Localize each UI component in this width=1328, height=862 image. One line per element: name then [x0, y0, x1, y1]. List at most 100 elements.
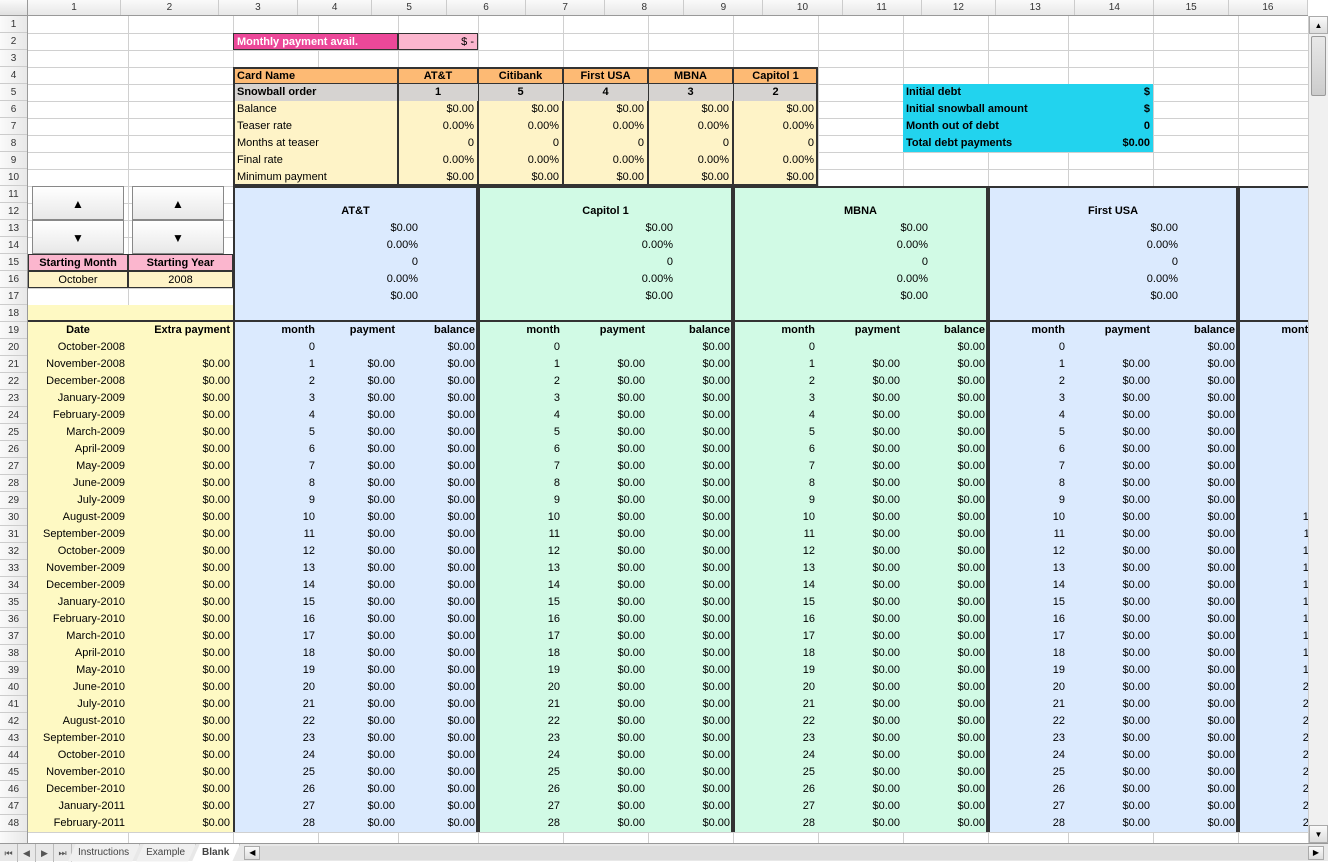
- date-cell-10[interactable]: August-2009: [28, 509, 128, 526]
- month-cell-3-17[interactable]: 17: [988, 628, 1068, 645]
- bal-cell-3-19[interactable]: $0.00: [1153, 662, 1238, 679]
- date-cell-28[interactable]: February-2011: [28, 815, 128, 832]
- bal-cell-2-12[interactable]: $0.00: [903, 543, 988, 560]
- bal-cell-1-25[interactable]: $0.00: [648, 764, 733, 781]
- bal-cell-0-15[interactable]: $0.00: [398, 594, 478, 611]
- pay-cell-3-25[interactable]: $0.00: [1068, 764, 1153, 781]
- month-cell-2-20[interactable]: 20: [733, 679, 818, 696]
- bal-cell-0-7[interactable]: $0.00: [398, 458, 478, 475]
- pay-cell-0-4[interactable]: $0.00: [318, 407, 398, 424]
- month-cell-1-23[interactable]: 23: [478, 730, 563, 747]
- summary-val-3-3[interactable]: 0.00%: [648, 152, 733, 169]
- bal-cell-2-22[interactable]: $0.00: [903, 713, 988, 730]
- pay-cell-0-8[interactable]: $0.00: [318, 475, 398, 492]
- month-cell-0-28[interactable]: 28: [233, 815, 318, 832]
- pay-cell-0-13[interactable]: $0.00: [318, 560, 398, 577]
- tab-nav-next[interactable]: ▶: [36, 844, 54, 862]
- bal-cell-3-28[interactable]: $0.00: [1153, 815, 1238, 832]
- bal-cell-2-24[interactable]: $0.00: [903, 747, 988, 764]
- date-cell-18[interactable]: April-2010: [28, 645, 128, 662]
- summary-val-0-0[interactable]: $0.00: [398, 101, 478, 118]
- date-cell-24[interactable]: October-2010: [28, 747, 128, 764]
- bal-cell-3-23[interactable]: $0.00: [1153, 730, 1238, 747]
- extra-cell-28[interactable]: $0.00: [128, 815, 233, 832]
- month-cell-0-14[interactable]: 14: [233, 577, 318, 594]
- pay-cell-2-7[interactable]: $0.00: [818, 458, 903, 475]
- bal-cell-0-3[interactable]: $0.00: [398, 390, 478, 407]
- snowball-order-3[interactable]: 3: [648, 84, 733, 101]
- summary-val-1-1[interactable]: 0.00%: [478, 118, 563, 135]
- pay-cell-3-6[interactable]: $0.00: [1068, 441, 1153, 458]
- bal-cell-1-12[interactable]: $0.00: [648, 543, 733, 560]
- pay-cell-3-3[interactable]: $0.00: [1068, 390, 1153, 407]
- summary-val-1-4[interactable]: 0.00%: [733, 118, 818, 135]
- row-header-22[interactable]: 22: [0, 373, 27, 390]
- hscroll-right[interactable]: ▶: [1308, 846, 1324, 860]
- month-cell-2-17[interactable]: 17: [733, 628, 818, 645]
- tab-blank[interactable]: Blank: [192, 844, 240, 862]
- bal-cell-3-13[interactable]: $0.00: [1153, 560, 1238, 577]
- tab-example[interactable]: Example: [136, 844, 196, 862]
- month-cell-1-27[interactable]: 27: [478, 798, 563, 815]
- pay-cell-2-17[interactable]: $0.00: [818, 628, 903, 645]
- pay-cell-2-13[interactable]: $0.00: [818, 560, 903, 577]
- month-cell-3-15[interactable]: 15: [988, 594, 1068, 611]
- month-cell-1-25[interactable]: 25: [478, 764, 563, 781]
- scroll-thumb[interactable]: [1311, 36, 1326, 96]
- date-cell-19[interactable]: May-2010: [28, 662, 128, 679]
- extra-cell-10[interactable]: $0.00: [128, 509, 233, 526]
- bal-cell-1-8[interactable]: $0.00: [648, 475, 733, 492]
- row-header-5[interactable]: 5: [0, 84, 27, 101]
- date-cell-27[interactable]: January-2011: [28, 798, 128, 815]
- bal-cell-3-9[interactable]: $0.00: [1153, 492, 1238, 509]
- month-cell-3-16[interactable]: 16: [988, 611, 1068, 628]
- pay-cell-1-7[interactable]: $0.00: [563, 458, 648, 475]
- bal-cell-1-28[interactable]: $0.00: [648, 815, 733, 832]
- month-cell-2-3[interactable]: 3: [733, 390, 818, 407]
- row-header-15[interactable]: 15: [0, 254, 27, 271]
- bal-cell-3-22[interactable]: $0.00: [1153, 713, 1238, 730]
- month-cell-2-12[interactable]: 12: [733, 543, 818, 560]
- pay-cell-0-10[interactable]: $0.00: [318, 509, 398, 526]
- month-cell-5-19[interactable]: 19: [1238, 662, 1308, 679]
- month-cell-3-25[interactable]: 25: [988, 764, 1068, 781]
- month-cell-0-23[interactable]: 23: [233, 730, 318, 747]
- row-header-30[interactable]: 30: [0, 509, 27, 526]
- extra-cell-4[interactable]: $0.00: [128, 407, 233, 424]
- month-cell-0-12[interactable]: 12: [233, 543, 318, 560]
- month-cell-5-16[interactable]: 16: [1238, 611, 1308, 628]
- bal-cell-0-17[interactable]: $0.00: [398, 628, 478, 645]
- bal-cell-2-5[interactable]: $0.00: [903, 424, 988, 441]
- month-cell-2-10[interactable]: 10: [733, 509, 818, 526]
- pay-cell-1-27[interactable]: $0.00: [563, 798, 648, 815]
- month-cell-5-28[interactable]: 28: [1238, 815, 1308, 832]
- pay-cell-2-21[interactable]: $0.00: [818, 696, 903, 713]
- bal-cell-2-15[interactable]: $0.00: [903, 594, 988, 611]
- bal-cell-2-7[interactable]: $0.00: [903, 458, 988, 475]
- pay-cell-2-12[interactable]: $0.00: [818, 543, 903, 560]
- month-cell-3-6[interactable]: 6: [988, 441, 1068, 458]
- bal-cell-1-22[interactable]: $0.00: [648, 713, 733, 730]
- tab-nav-first[interactable]: ⏮: [0, 844, 18, 862]
- pay-cell-0-17[interactable]: $0.00: [318, 628, 398, 645]
- month-cell-1-19[interactable]: 19: [478, 662, 563, 679]
- month-cell-1-24[interactable]: 24: [478, 747, 563, 764]
- date-cell-0[interactable]: October-2008: [28, 339, 128, 356]
- extra-cell-9[interactable]: $0.00: [128, 492, 233, 509]
- month-cell-3-26[interactable]: 26: [988, 781, 1068, 798]
- row-header-9[interactable]: 9: [0, 152, 27, 169]
- pay-cell-0-19[interactable]: $0.00: [318, 662, 398, 679]
- row-header-25[interactable]: 25: [0, 424, 27, 441]
- bal-cell-0-0[interactable]: $0.00: [398, 339, 478, 356]
- pay-cell-1-3[interactable]: $0.00: [563, 390, 648, 407]
- month-cell-0-11[interactable]: 11: [233, 526, 318, 543]
- starting-month-value[interactable]: October: [28, 271, 128, 288]
- month-cell-0-27[interactable]: 27: [233, 798, 318, 815]
- summary-val-4-2[interactable]: $0.00: [563, 169, 648, 186]
- date-cell-26[interactable]: December-2010: [28, 781, 128, 798]
- bal-cell-3-18[interactable]: $0.00: [1153, 645, 1238, 662]
- pay-cell-1-16[interactable]: $0.00: [563, 611, 648, 628]
- month-cell-3-28[interactable]: 28: [988, 815, 1068, 832]
- bal-cell-2-10[interactable]: $0.00: [903, 509, 988, 526]
- bal-cell-3-6[interactable]: $0.00: [1153, 441, 1238, 458]
